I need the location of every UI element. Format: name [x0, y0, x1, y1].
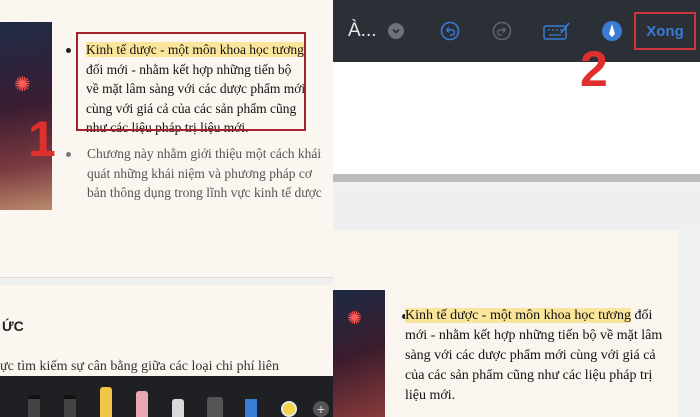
highlighter-tool[interactable]: [100, 387, 112, 417]
section-text-line: ực tìm kiếm sự cân bằng giữa các loại ch…: [0, 359, 279, 374]
markup-screen: À... Xong ✺ Kinh tế dược - một môn khoa …: [333, 0, 700, 417]
page-divider: [0, 277, 333, 285]
second-paragraph: Chương này nhằm giới thiệu một cách khái…: [87, 146, 322, 200]
preview-paragraph: Kinh tế dược - một môn khoa học tương đố…: [405, 306, 675, 406]
bullet-dot: [66, 152, 71, 157]
step-number-2: 2: [580, 41, 608, 97]
document-title: À...: [348, 20, 377, 41]
sparkle-icon: ✺: [14, 74, 31, 96]
undo-icon[interactable]: [439, 20, 461, 42]
lasso-tool[interactable]: [172, 399, 184, 417]
bullet-dot: [66, 48, 71, 53]
selection-highlight-box: [76, 32, 306, 131]
eraser-tool[interactable]: [136, 391, 148, 417]
preview-highlighted-text: Kinh tế dược - một môn khoa học tương: [405, 308, 631, 323]
pencil-tool[interactable]: [64, 395, 76, 417]
zoomed-document: ✺ Kinh tế dược - một môn khoa học tương …: [0, 0, 333, 417]
step-number-1: 1: [28, 111, 56, 167]
page-gap: [333, 190, 700, 230]
ruler-tool[interactable]: [207, 397, 223, 417]
page-preview-top: [333, 62, 700, 182]
document-image: ✺: [333, 290, 385, 417]
plus-icon[interactable]: +: [313, 401, 329, 417]
blue-pen-tool[interactable]: [245, 395, 257, 417]
pen-tool[interactable]: [28, 395, 40, 417]
section-heading: ỨC: [2, 318, 24, 334]
markup-pen-icon[interactable]: [601, 20, 623, 42]
sparkle-icon: ✺: [347, 308, 363, 328]
markup-topbar: À... Xong: [333, 0, 700, 62]
chevron-down-icon[interactable]: [388, 23, 404, 39]
color-picker[interactable]: [281, 401, 297, 417]
done-button[interactable]: Xong: [634, 12, 696, 50]
keyboard-pencil-icon[interactable]: [543, 20, 571, 42]
redo-icon[interactable]: [491, 20, 513, 42]
